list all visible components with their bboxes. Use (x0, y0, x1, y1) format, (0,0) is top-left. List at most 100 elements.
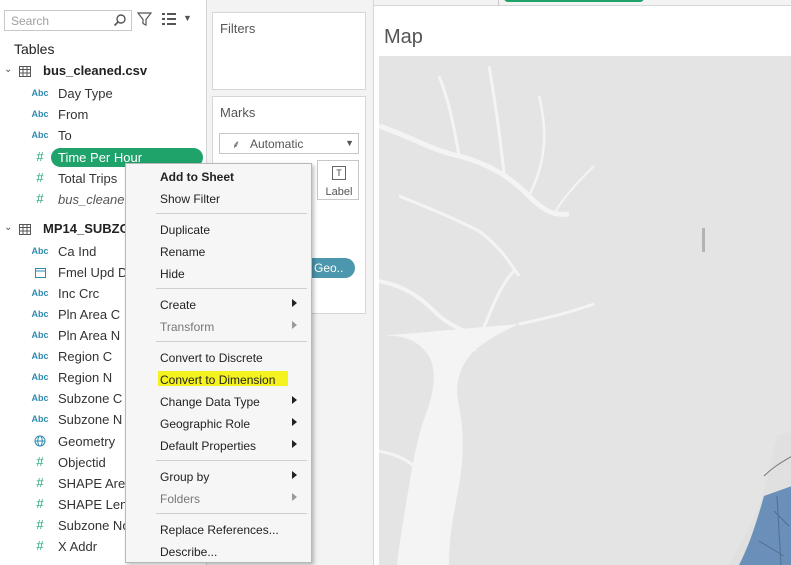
table-name: bus_cleaned.csv (43, 63, 148, 78)
mark-type-dropdown[interactable]: ⸙ Automatic ▼ (219, 133, 359, 154)
label-icon: T (332, 166, 346, 180)
submenu-arrow-icon (292, 471, 297, 479)
number-type-icon: # (36, 517, 44, 532)
field-label: Region C (58, 349, 113, 364)
active-tab-indicator[interactable] (504, 0, 644, 2)
field-label: Objectid (58, 455, 106, 470)
menu-item-rename[interactable]: Rename (126, 240, 311, 262)
menu-separator (156, 460, 307, 461)
menu-item-label: Change Data Type (160, 395, 260, 409)
submenu-arrow-icon (292, 396, 297, 404)
field-label: Subzone No (58, 518, 130, 533)
chevron-down-icon: ▼ (345, 138, 354, 148)
number-type-icon: # (36, 149, 44, 164)
menu-item-label: Geographic Role (160, 417, 251, 431)
menu-item-add-to-sheet[interactable]: Add to Sheet (126, 165, 311, 187)
filters-shelf[interactable]: Filters (212, 12, 366, 90)
menu-separator (156, 341, 307, 342)
menu-item-label: Group by (160, 470, 210, 484)
menu-item-label: Create (160, 298, 197, 312)
menu-item-convert-to-discrete[interactable]: Convert to Discrete (126, 346, 311, 368)
field-label: SHAPE Leng (58, 497, 135, 512)
field-label: X Addr (58, 539, 98, 554)
submenu-arrow-icon (292, 418, 297, 426)
submenu-arrow-icon (292, 440, 297, 448)
string-type-icon: Abc (31, 309, 49, 319)
string-type-icon: Abc (31, 330, 49, 340)
search-input[interactable] (5, 11, 110, 30)
sheet-tab-strip (374, 0, 791, 6)
string-type-icon: Abc (31, 130, 49, 140)
menu-item-label: Show Filter (160, 192, 221, 206)
menu-item-create[interactable]: Create (126, 293, 311, 315)
menu-item-geographic-role[interactable]: Geographic Role (126, 412, 311, 434)
field-label: Day Type (58, 86, 113, 101)
globe-icon (26, 431, 54, 452)
field-label: SHAPE Area (58, 476, 133, 491)
mark-type-value: Automatic (250, 137, 304, 151)
map-view[interactable] (379, 56, 791, 565)
field-label: Pln Area N (58, 328, 121, 343)
field-label: Fmel Upd D (58, 265, 128, 280)
field-context-menu: Add to Sheet Show Filter Duplicate Renam… (125, 163, 312, 563)
list-view-icon[interactable] (162, 13, 176, 25)
number-type-icon: # (36, 191, 44, 206)
submenu-arrow-icon (292, 299, 297, 307)
search-icon[interactable] (113, 13, 127, 27)
menu-item-duplicate[interactable]: Duplicate (126, 218, 311, 240)
label-button[interactable]: T Label (317, 160, 359, 200)
menu-item-default-properties[interactable]: Default Properties (126, 434, 311, 456)
field-label: Subzone C (58, 391, 123, 406)
menu-item-label: Hide (160, 267, 185, 281)
chevron-down-icon[interactable]: ⌄ (4, 64, 12, 75)
table-header-bus-cleaned[interactable]: ⌄ bus_cleaned.csv (0, 62, 207, 82)
menu-item-label: Duplicate (160, 223, 211, 237)
menu-item-label: Convert to Dimension (160, 373, 276, 387)
table-icon (19, 224, 31, 235)
string-type-icon: Abc (31, 109, 49, 119)
submenu-arrow-icon (292, 493, 297, 501)
divider (498, 0, 499, 6)
string-type-icon: Abc (31, 372, 49, 382)
filter-icon[interactable] (137, 12, 152, 27)
menu-item-transform: Transform (126, 315, 311, 337)
field-day-type[interactable]: Abc Day Type (0, 83, 207, 104)
menu-item-label: Describe... (160, 545, 218, 559)
field-to[interactable]: Abc To (0, 125, 207, 146)
field-label: Geometry (58, 434, 116, 449)
menu-separator (156, 213, 307, 214)
field-label: Inc Crc (58, 286, 100, 301)
filters-title: Filters (220, 21, 256, 36)
field-label: Region N (58, 370, 113, 385)
menu-item-label: Folders (160, 492, 201, 506)
chevron-down-icon[interactable]: ▼ (183, 13, 192, 23)
menu-item-label: Default Properties (160, 439, 257, 453)
string-type-icon: Abc (31, 414, 49, 424)
sheet-area: Map (373, 0, 791, 565)
field-label: Total Trips (58, 171, 118, 186)
field-from[interactable]: Abc From (0, 104, 207, 125)
number-type-icon: # (36, 170, 44, 185)
menu-separator (156, 288, 307, 289)
menu-item-hide[interactable]: Hide (126, 262, 311, 284)
menu-item-describe[interactable]: Describe... (126, 540, 311, 562)
menu-item-label: Rename (160, 245, 206, 259)
menu-item-label: Transform (160, 320, 215, 334)
chevron-down-icon[interactable]: ⌄ (4, 222, 12, 233)
menu-item-label: Replace References... (160, 523, 279, 537)
menu-item-convert-to-dimension[interactable]: Convert to Dimension (126, 368, 311, 390)
number-type-icon: # (36, 475, 44, 490)
menu-item-group-by[interactable]: Group by (126, 465, 311, 487)
number-type-icon: # (36, 496, 44, 511)
field-label: Subzone N (58, 412, 123, 427)
menu-item-show-filter[interactable]: Show Filter (126, 187, 311, 209)
sheet-title: Map (384, 26, 423, 48)
menu-item-change-data-type[interactable]: Change Data Type (126, 390, 311, 412)
field-label: Pln Area C (58, 307, 121, 322)
label-button-text: Label (325, 186, 353, 198)
menu-separator (156, 513, 307, 514)
menu-item-replace-references[interactable]: Replace References... (126, 518, 311, 540)
search-box[interactable] (4, 10, 132, 31)
automatic-mark-icon: ⸙ (232, 139, 241, 151)
string-type-icon: Abc (31, 351, 49, 361)
